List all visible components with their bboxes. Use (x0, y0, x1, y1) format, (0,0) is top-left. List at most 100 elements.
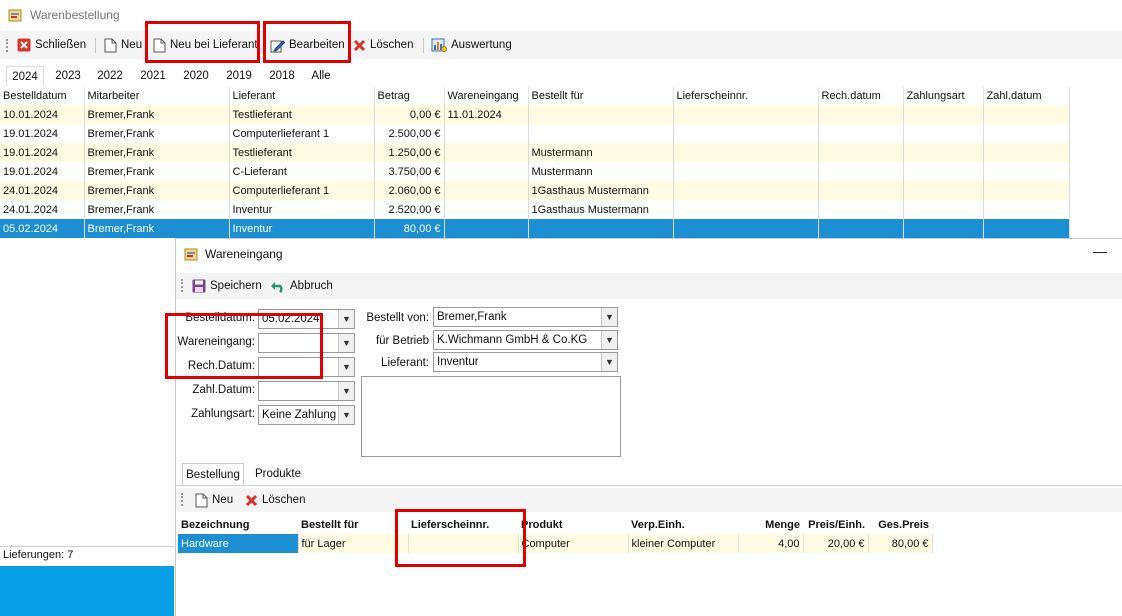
bestelldatum-field[interactable]: 05.02.2024 ▼ (258, 309, 355, 329)
table-cell[interactable] (818, 200, 904, 219)
delete-button[interactable]: Löschen (353, 31, 413, 59)
sub-new-button[interactable]: Neu (195, 488, 233, 512)
table-cell[interactable]: 0,00 € (374, 105, 445, 124)
column-header[interactable]: Bestelldatum (0, 87, 85, 105)
table-row[interactable]: 19.01.2024 Bremer,Frank Testlieferant 1.250… (0, 143, 1070, 162)
chevron-down-icon[interactable]: ▼ (338, 334, 354, 352)
column-header[interactable]: Mitarbeiter (84, 87, 230, 105)
table-cell[interactable] (673, 181, 819, 200)
zahlungsart-select[interactable]: Keine Zahlung ▼ (258, 405, 355, 425)
table-cell[interactable]: 1Gasthaus Mustermann (528, 181, 674, 200)
table-cell[interactable]: Mustermann (528, 162, 674, 181)
column-header[interactable]: Zahlungsart (903, 87, 984, 105)
column-header[interactable]: Bestellt für (528, 87, 674, 105)
table-cell[interactable]: 10.01.2024 (0, 105, 85, 124)
table-cell[interactable]: 24.01.2024 (0, 200, 85, 219)
table-cell[interactable] (983, 143, 1070, 162)
table-cell[interactable] (983, 219, 1070, 238)
table-cell[interactable] (818, 181, 904, 200)
table-cell[interactable]: 4,00 (738, 534, 804, 553)
table-cell[interactable] (903, 143, 984, 162)
table-cell[interactable]: Bremer,Frank (84, 200, 230, 219)
bestellt-von-select[interactable]: Bremer,Frank ▼ (433, 307, 618, 327)
column-header[interactable]: Verp.Einh. (628, 516, 738, 534)
table-cell[interactable] (444, 200, 529, 219)
table-cell[interactable]: 1.250,00 € (374, 143, 445, 162)
table-cell[interactable] (444, 124, 529, 143)
table-cell[interactable]: 2.500,00 € (374, 124, 445, 143)
table-row[interactable]: 24.01.2024 Bremer,Frank Computerlieferant … (0, 181, 1070, 200)
table-cell[interactable] (983, 162, 1070, 181)
table-cell[interactable] (903, 219, 984, 238)
chevron-down-icon[interactable]: ▼ (338, 310, 354, 328)
table-cell[interactable] (673, 200, 819, 219)
table-cell[interactable]: 19.01.2024 (0, 124, 85, 143)
table-cell[interactable] (903, 200, 984, 219)
table-cell[interactable]: 05.02.2024 (0, 219, 85, 238)
notes-memo[interactable] (361, 376, 621, 457)
table-row[interactable]: 19.01.2024 Bremer,Frank C-Lieferant 3.750,0… (0, 162, 1070, 181)
table-cell[interactable]: für Lager (298, 534, 409, 553)
tab-year-2021[interactable]: 2021 (134, 66, 172, 86)
table-cell[interactable]: 2.520,00 € (374, 200, 445, 219)
tab-year-all[interactable]: Alle (304, 66, 338, 86)
close-button[interactable]: Schließen (17, 31, 86, 59)
table-cell[interactable]: Computerlieferant 1 (229, 124, 375, 143)
table-cell[interactable] (528, 124, 674, 143)
table-cell[interactable]: Bremer,Frank (84, 219, 230, 238)
chevron-down-icon[interactable]: ▼ (338, 382, 354, 400)
table-cell[interactable] (818, 143, 904, 162)
sub-delete-button[interactable]: Löschen (245, 488, 305, 512)
table-cell[interactable] (818, 105, 904, 124)
table-cell[interactable]: Inventur (229, 200, 375, 219)
table-cell[interactable] (444, 181, 529, 200)
table-cell[interactable]: 1Gasthaus Mustermann (528, 200, 674, 219)
table-cell[interactable]: Bremer,Frank (84, 162, 230, 181)
table-cell[interactable] (818, 219, 904, 238)
table-cell[interactable] (983, 124, 1070, 143)
table-cell[interactable]: Bremer,Frank (84, 143, 230, 162)
table-row[interactable]: 05.02.2024 Bremer,Frank Inventur 80,00 € (0, 219, 1070, 238)
chevron-down-icon[interactable]: ▼ (601, 353, 617, 371)
tab-year-2023[interactable]: 2023 (49, 66, 87, 86)
table-cell[interactable]: Bremer,Frank (84, 181, 230, 200)
report-button[interactable]: Auswertung (431, 31, 512, 59)
new-at-supplier-button[interactable]: Neu bei Lieferant (153, 31, 258, 59)
column-header[interactable]: Lieferant (229, 87, 375, 105)
edit-button[interactable]: Bearbeiten (270, 31, 345, 59)
table-cell[interactable]: Computerlieferant 1 (229, 181, 375, 200)
wareneingang-field[interactable]: ▼ (258, 333, 355, 353)
column-header[interactable]: Bezeichnung (178, 516, 298, 534)
table-cell[interactable] (444, 162, 529, 181)
tab-produkte[interactable]: Produkte (248, 463, 308, 485)
tab-year-2018[interactable]: 2018 (263, 66, 301, 86)
table-row[interactable]: 24.01.2024 Bremer,Frank Inventur 2.520,00 €… (0, 200, 1070, 219)
column-header[interactable]: Ges.Preis (868, 516, 932, 534)
tab-year-2019[interactable]: 2019 (220, 66, 258, 86)
table-cell[interactable]: C-Lieferant (229, 162, 375, 181)
table-cell[interactable]: Inventur (229, 219, 375, 238)
table-cell[interactable] (903, 162, 984, 181)
lieferant-select[interactable]: Inventur ▼ (433, 352, 618, 372)
table-cell[interactable] (528, 105, 674, 124)
table-cell[interactable]: 3.750,00 € (374, 162, 445, 181)
cancel-button[interactable]: Abbruch (270, 273, 333, 299)
table-cell[interactable] (408, 534, 519, 553)
table-cell[interactable]: 20,00 € (803, 534, 869, 553)
table-cell[interactable] (983, 105, 1070, 124)
table-cell[interactable] (673, 162, 819, 181)
table-cell[interactable]: 11.01.2024 (444, 105, 529, 124)
tab-year-2020[interactable]: 2020 (177, 66, 215, 86)
table-cell[interactable]: Bremer,Frank (84, 105, 230, 124)
table-cell[interactable] (673, 105, 819, 124)
table-cell[interactable] (983, 181, 1070, 200)
chevron-down-icon[interactable]: ▼ (338, 358, 354, 376)
column-header[interactable]: Wareneingang (444, 87, 529, 105)
column-header[interactable]: Betrag (374, 87, 445, 105)
zahldatum-field[interactable]: ▼ (258, 381, 355, 401)
tab-year-2024[interactable]: 2024 (6, 66, 44, 86)
table-cell[interactable]: Hardware (178, 534, 299, 553)
table-cell[interactable]: Testlieferant (229, 143, 375, 162)
table-row[interactable]: Hardware für Lager Computer kleiner Comp… (178, 534, 933, 553)
minimize-button[interactable]: — (1093, 243, 1107, 259)
